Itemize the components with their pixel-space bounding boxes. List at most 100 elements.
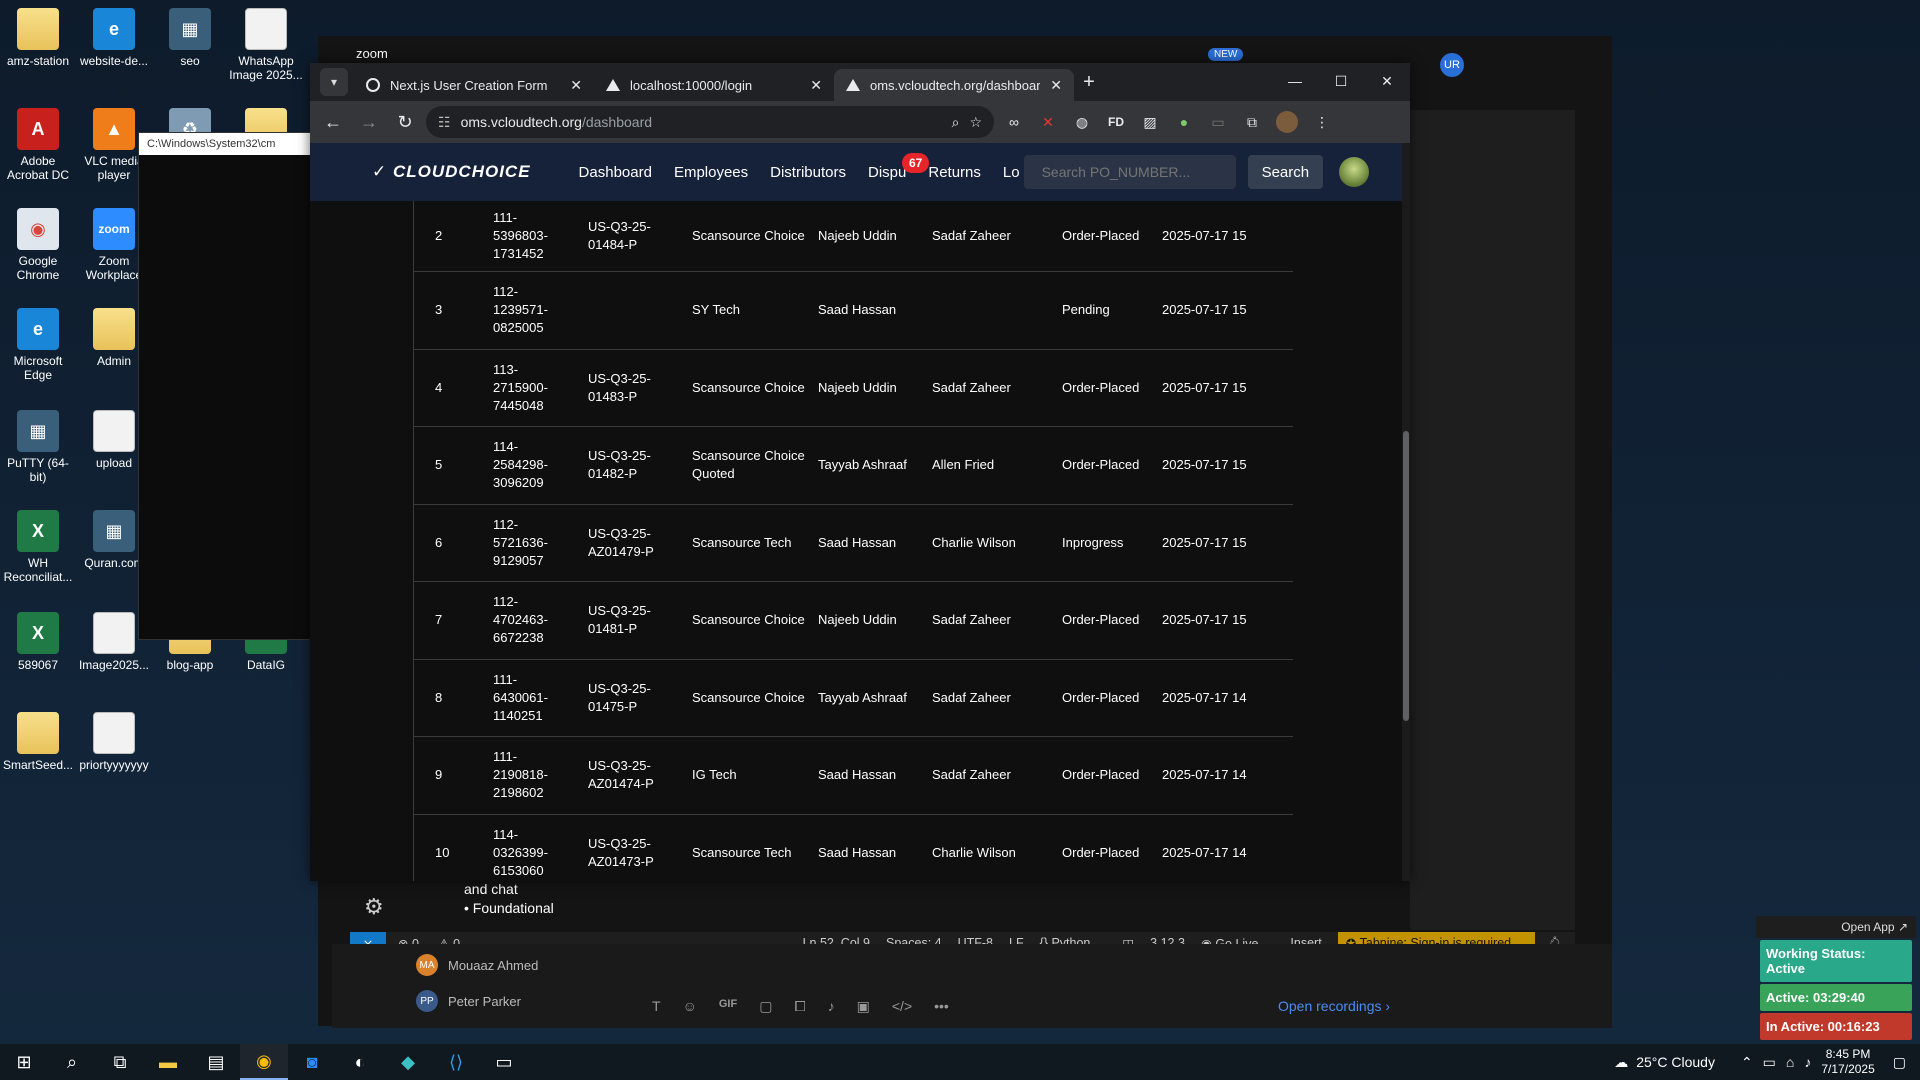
minimize-button[interactable]: — (1272, 63, 1318, 99)
chrome-taskbar-icon[interactable]: ◉ (240, 1044, 288, 1080)
search-button[interactable]: Search (1247, 155, 1324, 189)
battery-icon[interactable]: ▭ (1763, 1054, 1776, 1071)
app-taskbar-icon[interactable]: ◐ (336, 1044, 384, 1080)
settings-gear-icon[interactable]: ⚙ (364, 894, 384, 920)
screen-extension-icon[interactable]: ▭ (1204, 108, 1232, 136)
tab-search-button[interactable]: ▾ (320, 68, 348, 96)
site-info-icon[interactable]: ☷ (438, 114, 451, 131)
close-icon[interactable]: ✕ (1050, 77, 1062, 94)
table-row[interactable]: 2 111-​5396803-​1731452 US-​Q3-​25-​01484-… (413, 201, 1293, 272)
search-icon[interactable]: ⌕ (48, 1044, 96, 1080)
desktop-icon[interactable]: ◉ Google Chrome (0, 208, 76, 282)
cloudchoice-logo[interactable]: ✓ CLOUDCHOICE (372, 162, 531, 182)
participant-row[interactable]: MA Mouaaz Ahmed (416, 954, 538, 976)
participant-row[interactable]: PP Peter Parker (416, 990, 521, 1012)
open-app-button[interactable]: Open App ↗ (1756, 916, 1916, 938)
cell-status: Order-Placed (1062, 228, 1140, 243)
close-icon[interactable]: ✕ (810, 77, 822, 94)
store-icon[interactable]: ▤ (192, 1044, 240, 1080)
code-icon[interactable]: </> (892, 998, 912, 1015)
green-extension-icon[interactable]: ● (1170, 108, 1198, 136)
desktop-icon[interactable]: e Microsoft Edge (0, 308, 76, 382)
open-recordings-link[interactable]: Open recordings › (1278, 998, 1390, 1014)
user-avatar-zoom[interactable]: UR (1440, 53, 1464, 77)
task-view-icon[interactable]: ⧉ (96, 1044, 144, 1080)
more-icon[interactable]: ••• (934, 998, 949, 1015)
table-row[interactable]: 3 112-​1239571-​0825005 SY Tech Saad Hassan… (413, 272, 1293, 350)
back-button[interactable]: ← (318, 107, 348, 137)
screenshot-icon[interactable]: ⧠ (794, 998, 805, 1015)
table-row[interactable]: 5 114-​2584298-​3096209 US-​Q3-​25-​01482-… (413, 427, 1293, 505)
desktop-icon[interactable]: ▦ PuTTY (64-bit) (0, 410, 76, 484)
chevron-up-icon[interactable]: ⌃ (1741, 1054, 1753, 1071)
close-window-button[interactable]: ✕ (1364, 63, 1410, 99)
vscode-editor-bg (1410, 110, 1575, 930)
desktop-icon[interactable]: e website-de... (76, 8, 152, 68)
terminal-taskbar-icon[interactable]: ▭ (480, 1044, 528, 1080)
fd-extension-icon[interactable]: FD (1102, 108, 1130, 136)
address-bar[interactable]: ☷ oms.vcloudtech.org/dashboard ⌕ ☆ (426, 106, 994, 138)
table-row[interactable]: 7 112-​4702463-​6672238 US-​Q3-​25-​01481-… (413, 582, 1293, 660)
clock[interactable]: 8:45 PM 7/17/2025 (1821, 1047, 1874, 1077)
edge-taskbar-icon[interactable]: ◆ (384, 1044, 432, 1080)
desktop-icon-label: DataIG (246, 658, 285, 672)
user-avatar[interactable] (1339, 157, 1370, 187)
file-explorer-icon[interactable]: ▬ (144, 1044, 192, 1080)
network-icon[interactable]: ⌂ (1786, 1054, 1794, 1070)
volume-icon[interactable]: ♪ (1804, 1054, 1811, 1070)
desktop-icon[interactable]: WhatsApp Image 2025... (228, 8, 304, 82)
table-row[interactable]: 6 112-​5721636-​9129057 US-​Q3-​25-​AZ0147… (413, 505, 1293, 582)
close-icon[interactable]: ✕ (570, 77, 582, 94)
menu-kebab-icon[interactable]: ⋮ (1308, 108, 1336, 136)
tab-nextjs-form[interactable]: Next.js User Creation Form ✕ (354, 69, 594, 101)
emoji-icon[interactable]: ☺ (683, 998, 697, 1015)
desktop-icon[interactable]: X 589067 (0, 612, 76, 672)
video-icon[interactable]: ▣ (857, 998, 870, 1015)
nav-logs[interactable]: Lo (1003, 164, 1020, 181)
notification-icon[interactable]: ▢ (1893, 1054, 1906, 1071)
profile-avatar[interactable] (1276, 111, 1298, 133)
windows-start-icon[interactable]: ⊞ (0, 1044, 48, 1080)
incognito-extension-icon[interactable]: ∞ (1000, 108, 1028, 136)
nav-distributors[interactable]: Distributors (770, 164, 846, 181)
new-tab-button[interactable]: + (1074, 67, 1104, 97)
desktop-icon[interactable]: A Adobe Acrobat DC (0, 108, 76, 182)
vscode-taskbar-icon[interactable]: ⟨⟩ (432, 1044, 480, 1080)
nav-employees[interactable]: Employees (674, 164, 748, 181)
puzzle-extensions-icon[interactable]: ⧉ (1238, 108, 1266, 136)
zoom-lens-icon[interactable]: ⌕ (952, 114, 960, 131)
po-search-input[interactable] (1023, 155, 1236, 189)
desktop-icon[interactable]: SmartSeed... (0, 712, 76, 772)
nav-disputes[interactable]: Dispu 67 (868, 152, 930, 181)
zoom-taskbar-icon[interactable]: ◙ (288, 1044, 336, 1080)
cell-row-number: 9 (435, 767, 443, 783)
image-extension-icon[interactable]: ▨ (1136, 108, 1164, 136)
format-icon[interactable]: T (652, 998, 661, 1015)
weather-text[interactable]: 25°C Cloudy (1636, 1054, 1715, 1070)
scrollbar-thumb[interactable] (1403, 431, 1409, 721)
desktop-icon[interactable]: X WH Reconciliat... (0, 510, 76, 584)
desktop-icon-label: Microsoft Edge (13, 354, 63, 382)
table-row[interactable]: 10 114-​0326399-​6153060 US-​Q3-​25-​AZ014… (413, 815, 1293, 882)
table-row[interactable]: 9 111-​2190818-​2198602 US-​Q3-​25-​AZ0147… (413, 737, 1293, 815)
reload-button[interactable]: ↻ (390, 107, 420, 137)
table-row[interactable]: 8 111-​6430061-​1140251 US-​Q3-​25-​01475-… (413, 660, 1293, 737)
globe-extension-icon[interactable]: ◍ (1068, 108, 1096, 136)
bookmark-star-icon[interactable]: ☆ (969, 114, 982, 131)
nav-returns[interactable]: Returns (928, 164, 981, 181)
page-scrollbar[interactable] (1402, 143, 1410, 881)
maximize-button[interactable]: ☐ (1318, 63, 1364, 99)
desktop-icon[interactable]: amz-station (0, 8, 76, 68)
desktop-icon[interactable]: priortyyyyyyy (76, 712, 152, 772)
mic-icon[interactable]: ♪ (828, 998, 835, 1015)
x-extension-icon[interactable]: ✕ (1034, 108, 1062, 136)
tab-oms-dashboard[interactable]: oms.vcloudtech.org/dashboard ✕ (834, 69, 1074, 101)
table-row[interactable]: 4 113-​2715900-​7445048 US-​Q3-​25-​01483-… (413, 350, 1293, 427)
tab-localhost-login[interactable]: localhost:10000/login ✕ (594, 69, 834, 101)
gif-icon[interactable]: GIF (719, 998, 737, 1015)
forward-button[interactable]: → (354, 107, 384, 137)
file-icon[interactable]: ▢ (759, 998, 772, 1015)
desktop-icon[interactable]: ▦ seo (152, 8, 228, 68)
weather-icon[interactable]: ☁ (1614, 1054, 1628, 1071)
nav-dashboard[interactable]: Dashboard (579, 164, 652, 181)
